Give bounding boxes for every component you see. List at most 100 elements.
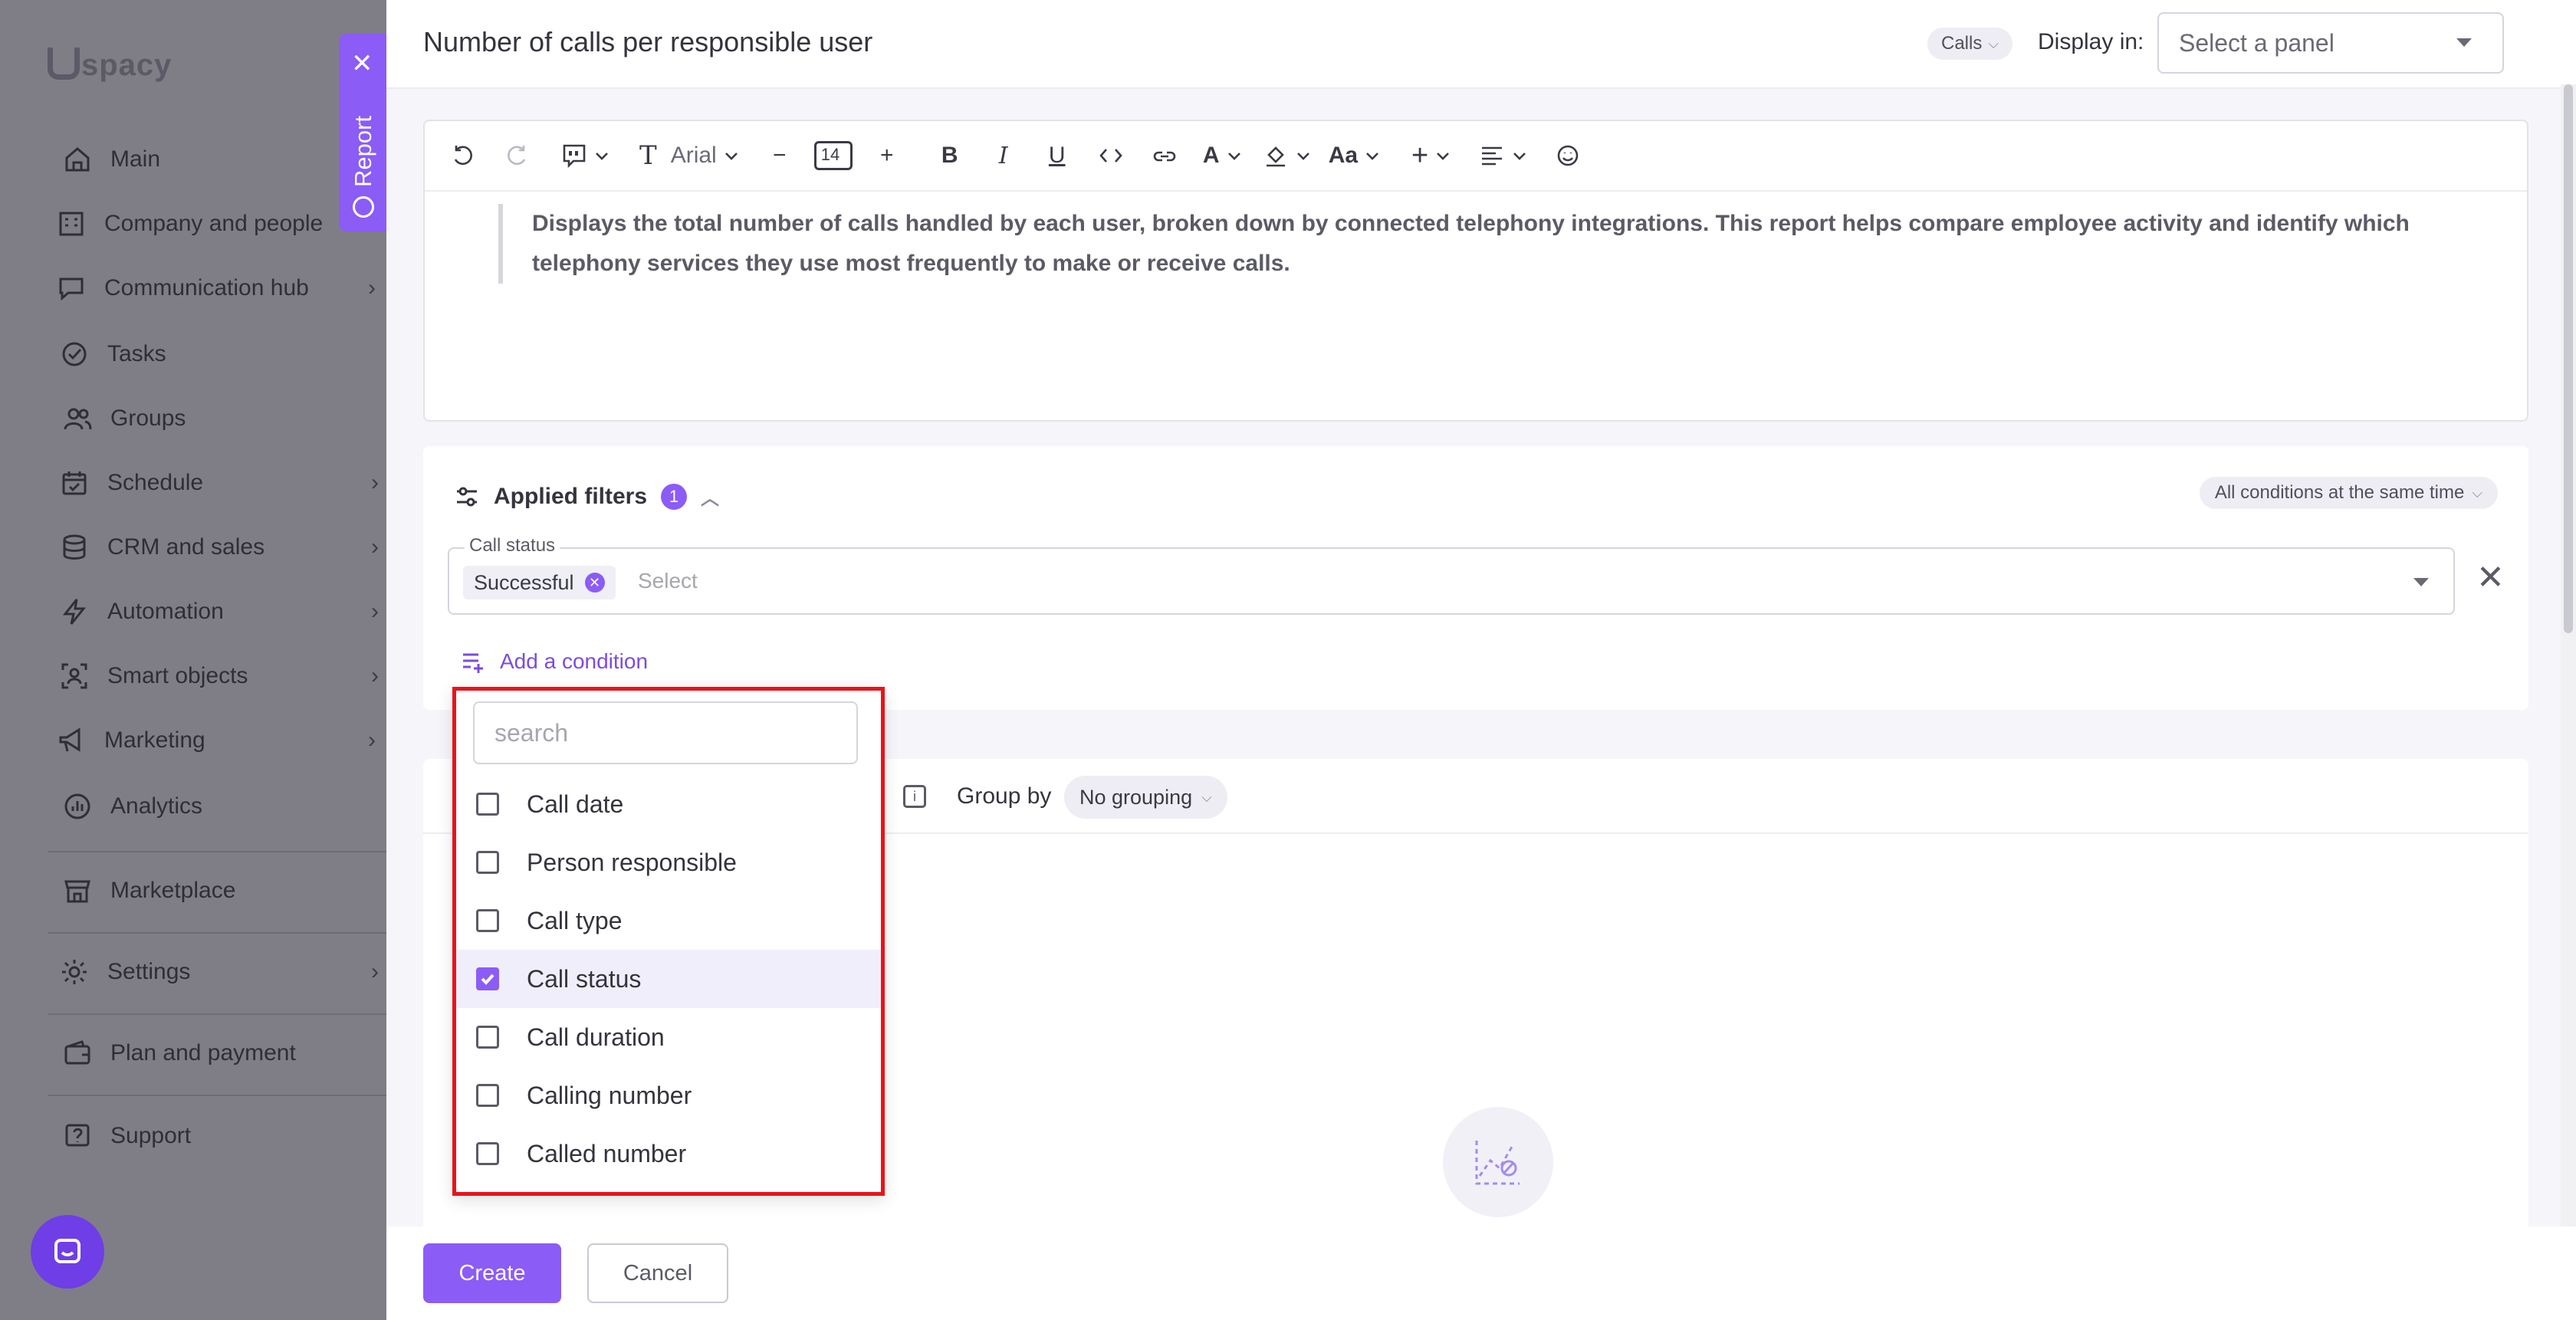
checkbox[interactable] [476,1026,499,1049]
sidebar: spacy Main Company and people Communicat… [0,0,386,1320]
chevron-down-icon: ⌵ [1201,789,1212,805]
bold-button[interactable]: B [927,133,973,179]
remove-filter-icon[interactable]: ✕ [2476,561,2505,595]
check-icon [481,974,495,985]
sidebar-item-communication-hub[interactable]: Communication hub › [54,265,376,311]
insert-button[interactable]: + [1408,133,1454,179]
condition-search-input[interactable] [473,701,858,764]
panel-select-placeholder: Select a panel [2179,28,2334,57]
link-icon [1153,151,1175,162]
panel-scrollbar[interactable] [2561,84,2576,1226]
emoji-button[interactable] [1545,133,1591,179]
sidebar-item-smart-objects[interactable]: Smart objects › [57,653,379,699]
text-case-button[interactable]: Aa [1329,133,1381,179]
condition-option-calling-number[interactable]: Calling number [456,1066,881,1125]
sidebar-item-label: CRM and sales [107,534,265,560]
filters-header[interactable]: Applied filters 1 ︿ [454,483,719,510]
call-status-legend: Call status [465,535,560,557]
chevron-up-icon[interactable]: ︿ [701,483,719,510]
undo-icon [454,146,472,166]
code-button[interactable] [1088,133,1134,179]
sidebar-item-company-and-people[interactable]: Company and people [54,201,376,247]
text-color-button[interactable]: A [1200,133,1246,179]
caret-down-icon[interactable] [2413,578,2429,586]
conditions-mode-select[interactable]: All conditions at the same time ⌵ [2199,477,2498,509]
page-title: Number of calls per responsible user [423,26,873,57]
sidebar-item-schedule[interactable]: Schedule › [57,460,379,506]
font-family-select[interactable]: T Arial [639,133,740,179]
close-icon[interactable]: ✕ [351,51,373,77]
sidebar-item-crm-and-sales[interactable]: CRM and sales › [57,524,379,570]
building-icon [54,206,89,241]
info-icon[interactable]: i [903,785,926,808]
sidebar-item-support[interactable]: Support [60,1113,382,1159]
highlight-color-button[interactable] [1263,133,1312,179]
font-size-value: 14 [813,141,853,170]
link-button[interactable] [1142,133,1188,179]
sidebar-item-main[interactable]: Main [60,136,382,182]
panel-select[interactable]: Select a panel [2157,12,2504,74]
condition-option-call-date[interactable]: Call date [456,775,881,833]
add-condition-button[interactable]: Add a condition [460,649,648,675]
condition-option-call-type[interactable]: Call type [456,891,881,950]
checkbox-checked[interactable] [476,967,499,990]
underline-button[interactable]: U [1034,133,1080,179]
redo-button[interactable] [494,133,540,179]
sidebar-divider [48,1013,386,1015]
condition-option-call-status[interactable]: Call status [456,950,881,1008]
call-status-filter-field[interactable]: Call status Successful ✕ Select [448,535,2455,615]
cancel-button[interactable]: Cancel [587,1243,728,1303]
chevron-down-icon [596,153,608,160]
filters-section: Applied filters 1 ︿ All conditions at th… [423,446,2528,710]
sidebar-item-analytics[interactable]: Analytics [60,783,382,829]
condition-option-called-number[interactable]: Called number [456,1125,881,1183]
sidebar-item-groups[interactable]: Groups [60,396,382,442]
checkbox[interactable] [476,1142,499,1165]
filters-count-badge: 1 [661,483,688,510]
bolt-icon [57,594,92,629]
checkbox[interactable] [476,1084,499,1107]
group-by-select[interactable]: No grouping ⌵ [1064,776,1227,819]
italic-button[interactable]: I [981,133,1027,179]
add-list-icon [463,653,483,673]
chevron-down-icon [1227,153,1240,160]
checkbox[interactable] [476,851,499,874]
sidebar-item-marketplace[interactable]: Marketplace [60,868,382,914]
entity-selector-chip[interactable]: Calls ⌵ [1927,28,2013,60]
checkbox[interactable] [476,793,499,816]
font-size-field[interactable]: 14 [810,133,856,179]
chevron-right-icon: › [371,959,379,984]
condition-option-person-responsible[interactable]: Person responsible [456,833,881,891]
group-by-value: No grouping [1079,785,1193,809]
sidebar-item-tasks[interactable]: Tasks [57,331,379,377]
sidebar-item-automation[interactable]: Automation › [57,589,379,635]
option-label: Called number [527,1139,687,1167]
sidebar-item-marketing[interactable]: Marketing › [54,717,376,763]
font-size-increase-button[interactable]: + [864,133,910,179]
caret-down-icon [2456,38,2472,47]
sidebar-item-label: Settings [107,959,191,984]
empty-chart-placeholder [1443,1107,1553,1217]
scrollbar-thumb[interactable] [2564,84,2573,633]
checkbox[interactable] [476,909,499,932]
add-condition-dropdown: Call date Person responsible Call type C… [452,687,885,1196]
create-button[interactable]: Create [423,1243,561,1303]
font-size-decrease-button[interactable]: − [757,133,803,179]
sidebar-item-label: Automation [107,599,224,624]
remove-tag-icon[interactable]: ✕ [584,573,605,593]
align-button[interactable] [1479,133,1528,179]
condition-option-call-duration[interactable]: Call duration [456,1008,881,1066]
option-label: Call status [527,964,642,993]
quote-button[interactable] [561,133,610,179]
support-chat-button[interactable] [31,1215,104,1289]
text-icon: T [639,140,657,171]
description-text[interactable]: Displays the total number of calls handl… [498,204,2492,284]
report-side-tab[interactable]: ✕ Report [339,34,386,231]
undo-button[interactable] [440,133,486,179]
code-icon [1099,149,1122,163]
help-icon [60,1118,95,1154]
sidebar-item-settings[interactable]: Settings › [57,949,379,995]
sidebar-item-plan-and-payment[interactable]: Plan and payment [60,1030,382,1076]
store-icon [60,873,95,908]
sidebar-item-label: Marketplace [110,878,236,903]
